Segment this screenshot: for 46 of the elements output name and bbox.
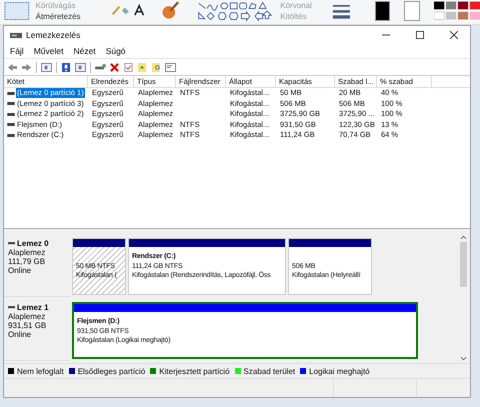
- disk-size: 931,51 GB: [8, 321, 48, 330]
- line-width-icon[interactable]: [332, 3, 351, 19]
- panel-icon[interactable]: [75, 62, 86, 72]
- folder-search-icon[interactable]: [151, 62, 162, 72]
- brush-icon[interactable]: [160, 0, 180, 20]
- window-icon[interactable]: [165, 62, 176, 72]
- disk-type: Alaplemez: [8, 248, 46, 257]
- connect-icon[interactable]: [95, 62, 106, 72]
- resize-label[interactable]: Átméretezés: [36, 11, 81, 22]
- disk-status: Online: [8, 266, 32, 275]
- disk-name: Lemez 1: [17, 303, 49, 312]
- scroll-down-icon[interactable]: [460, 356, 467, 361]
- color-swatch[interactable]: [404, 1, 420, 21]
- close-icon[interactable]: [450, 31, 458, 39]
- disk-type: Alaplemez: [8, 312, 46, 321]
- scroll-up-icon[interactable]: [460, 235, 467, 240]
- menu-item[interactable]: Nézet: [73, 46, 96, 56]
- menu-item[interactable]: Művelet: [34, 46, 64, 56]
- legend-label: Logikai meghajtó: [309, 366, 370, 376]
- legend-label: Szabad terület: [244, 366, 296, 376]
- disk-label-panel[interactable]: Lemez 1 Alaplemez 931,51 GB Online: [4, 300, 70, 361]
- disk-status: Online: [8, 330, 32, 339]
- window-title: Lemezkezelés: [26, 30, 82, 40]
- panel-icon[interactable]: [41, 62, 52, 72]
- disk-label-panel[interactable]: Lemez 0 Alaplemez 111,79 GB Online: [4, 236, 70, 297]
- menu-item[interactable]: Fájl: [10, 46, 24, 56]
- forward-icon[interactable]: [21, 62, 32, 72]
- scroll-thumb[interactable]: [460, 242, 467, 287]
- partition-bar: [73, 239, 125, 247]
- legend-label: Kiterjesztett partíció: [159, 366, 230, 376]
- checklist-icon[interactable]: [123, 62, 134, 72]
- back-icon[interactable]: [7, 62, 18, 72]
- legend-label: Nem lefoglalt: [17, 366, 64, 376]
- disk-name: Lemez 0: [17, 239, 49, 248]
- shapes-drawing[interactable]: [197, 0, 274, 22]
- disk-size: 111,79 GB: [8, 257, 46, 266]
- color-palette[interactable]: [434, 0, 480, 22]
- legend-label: Elsődleges partíció: [78, 366, 146, 376]
- color-swatch[interactable]: [374, 1, 390, 21]
- tools-drawing[interactable]: [110, 3, 145, 17]
- menu-item[interactable]: Súgó: [106, 46, 126, 56]
- delete-icon[interactable]: [109, 62, 120, 72]
- help-icon[interactable]: [61, 62, 72, 72]
- folder-up-icon[interactable]: [137, 62, 148, 72]
- selection-icon[interactable]: [4, 0, 30, 22]
- maximize-icon[interactable]: [416, 31, 424, 39]
